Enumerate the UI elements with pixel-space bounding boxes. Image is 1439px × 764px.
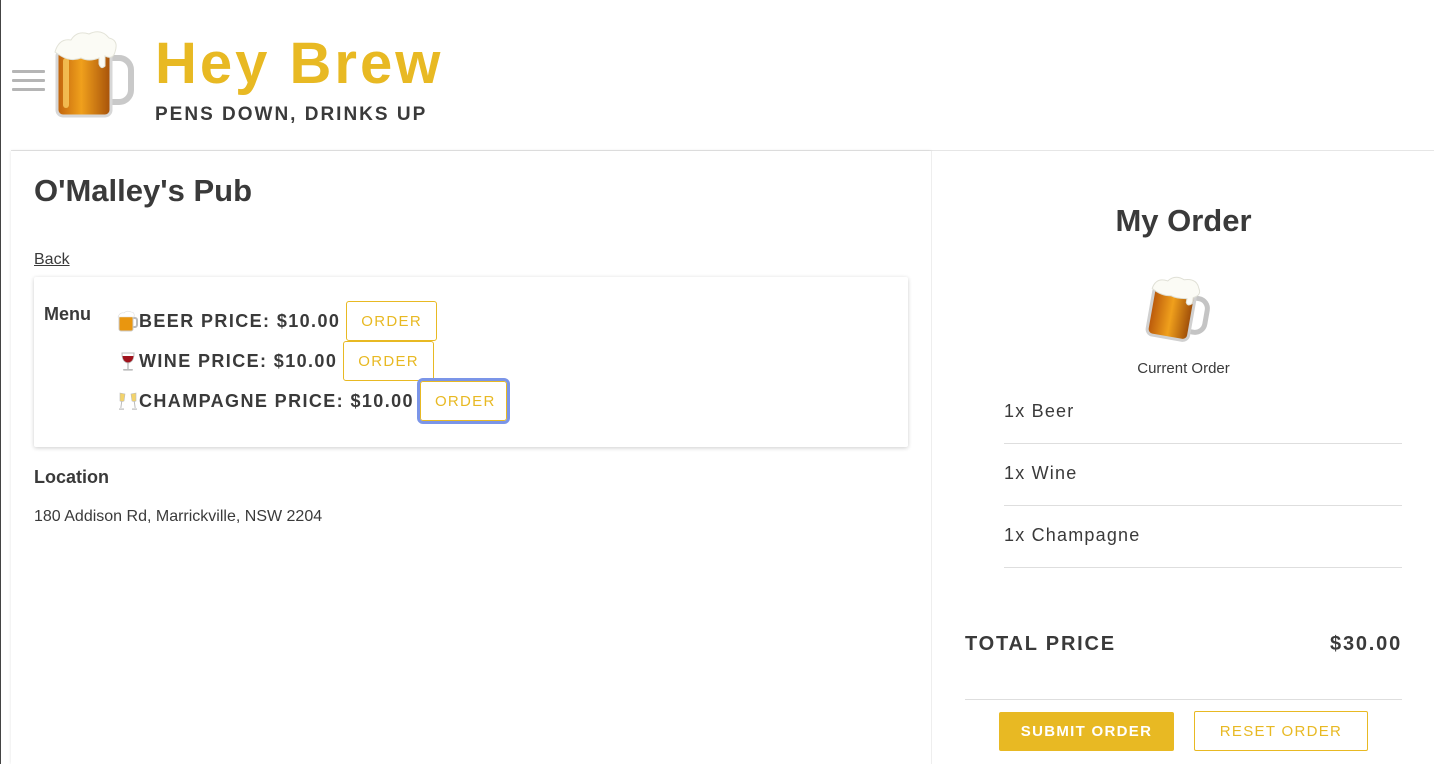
beer-mug-icon (54, 31, 134, 118)
menu-item-label: BEER PRICE: $10.00 (139, 310, 341, 331)
total-value: $30.00 (1330, 633, 1402, 655)
menu-label: Menu (44, 304, 91, 324)
menu-item-label: CHAMPAGNE PRICE: $10.00 (139, 390, 414, 411)
menu-item-beer: BEER PRICE: $10.00 ORDER (117, 301, 437, 341)
order-item: 1x Champagne (1004, 506, 1402, 568)
menu-item-champagne: CHAMPAGNE PRICE: $10.00 ORDER (117, 378, 510, 424)
menu-card: Menu BEER PRICE: $10.00 ORDER WINE PRICE… (34, 277, 908, 447)
back-link[interactable]: Back (34, 251, 70, 269)
current-order-caption: Current Order (1137, 360, 1230, 377)
beer-mug-icon (1145, 276, 1210, 342)
menu-item-wine: WINE PRICE: $10.00 ORDER (117, 341, 434, 381)
pub-title: O'Malley's Pub (34, 173, 253, 208)
hamburger-menu-icon[interactable] (12, 70, 45, 92)
beer-mug-icon (117, 310, 138, 332)
order-champagne-button[interactable]: ORDER (416, 378, 510, 424)
reset-order-button[interactable]: RESET ORDER (1194, 711, 1368, 751)
order-item: 1x Wine (1004, 444, 1402, 506)
order-beer-button[interactable]: ORDER (346, 301, 437, 341)
app-tagline: PENS DOWN, DRINKS UP (155, 104, 428, 125)
total-row: TOTAL PRICE $30.00 (965, 633, 1402, 656)
order-panel: My Order Current Order 1x Beer 1x Wine 1… (931, 151, 1434, 764)
submit-order-button[interactable]: SUBMIT ORDER (999, 712, 1174, 751)
menu-item-label: WINE PRICE: $10.00 (139, 350, 338, 371)
total-label: TOTAL PRICE (965, 633, 1116, 655)
order-item: 1x Beer (1004, 382, 1402, 444)
total-divider (965, 699, 1402, 700)
app-title: Hey Brew (155, 31, 444, 96)
pub-details-panel: O'Malley's Pub Back Menu BEER PRICE: $10… (11, 151, 931, 764)
location-title: Location (34, 467, 109, 487)
wine-glass-icon (121, 352, 135, 371)
app-header: Hey Brew PENS DOWN, DRINKS UP (1, 0, 1439, 150)
order-wine-button[interactable]: ORDER (343, 341, 434, 381)
order-title: My Order (1115, 203, 1252, 238)
champagne-glasses-icon (119, 392, 137, 410)
location-address: 180 Addison Rd, Marrickville, NSW 2204 (34, 508, 323, 525)
order-items-list: 1x Beer 1x Wine 1x Champagne (1004, 394, 1402, 568)
